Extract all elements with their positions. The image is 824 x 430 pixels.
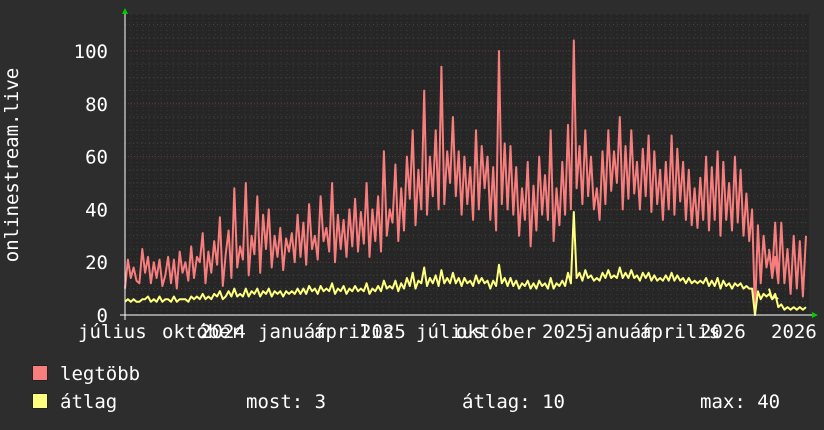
- x-tick-label: július: [78, 321, 147, 343]
- y-axis-label: onlinestream.live: [1, 68, 23, 262]
- legend-item-avg: átlag: [32, 390, 117, 414]
- legend-label-max: legtöbb: [60, 363, 141, 385]
- stat-current-label: most:: [246, 391, 304, 413]
- stat-max-label: max:: [700, 391, 746, 413]
- x-tick-label: október: [456, 321, 536, 343]
- x-tick-label: 2025: [360, 321, 406, 343]
- x-axis-ticks: július október2024 januáráprilis2025 július…: [78, 321, 817, 343]
- stat-current: most: 3: [246, 390, 326, 414]
- y-tick-label: 20: [85, 252, 108, 274]
- y-tick-label: 80: [85, 94, 108, 116]
- y-tick-label: 100: [74, 41, 108, 63]
- stat-average: átlag: 10: [462, 390, 565, 414]
- x-axis-arrow: [812, 312, 818, 318]
- stat-average-label: átlag:: [462, 391, 531, 413]
- stat-max-value: 40: [757, 391, 781, 413]
- x-tick-label: 2025: [542, 321, 588, 343]
- stat-average-value: 10: [542, 391, 565, 413]
- stat-current-value: 3: [314, 391, 327, 413]
- x-tick-label: 2024: [200, 321, 246, 343]
- legend-label-avg: átlag: [60, 391, 118, 413]
- x-tick-label: 2026: [771, 321, 817, 343]
- legend-swatch-max: [32, 365, 48, 381]
- legend-swatch-avg: [32, 393, 48, 409]
- chart: 020406080100 július október2024 januárápri…: [1, 8, 818, 343]
- y-axis-arrow: [122, 8, 128, 14]
- y-axis-ticks: 020406080100: [74, 41, 108, 327]
- x-tick-label: 2026: [700, 321, 746, 343]
- y-tick-label: 40: [85, 199, 108, 221]
- y-tick-label: 60: [85, 147, 108, 169]
- legend-item-max: legtöbb: [32, 362, 140, 386]
- stat-max: max: 40: [700, 390, 780, 414]
